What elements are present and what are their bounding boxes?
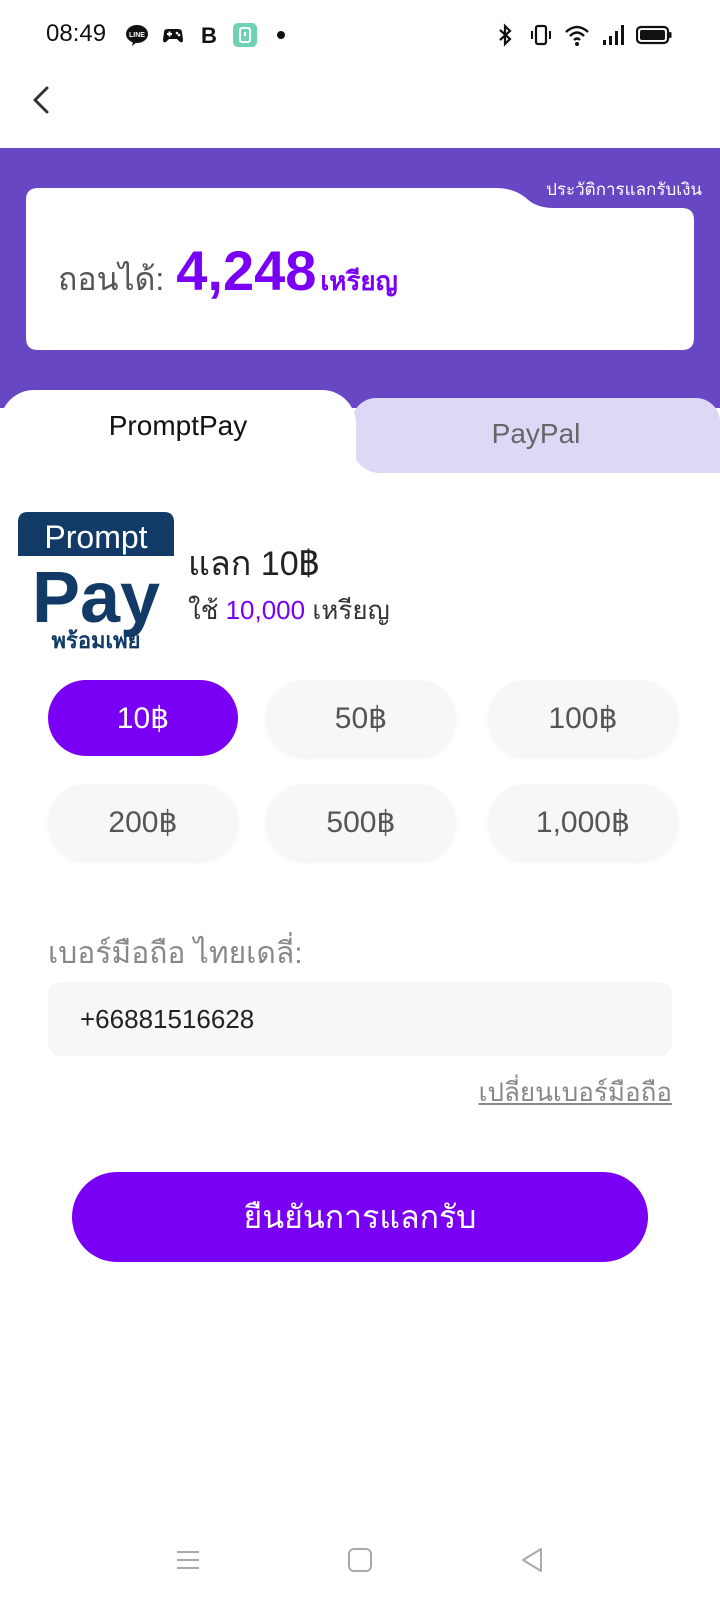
dot-icon — [268, 22, 294, 48]
vibrate-icon — [528, 22, 554, 48]
tab-paypal-label: PayPal — [491, 418, 581, 449]
svg-text:B: B — [201, 23, 217, 48]
status-time: 08:49 — [46, 20, 107, 47]
promptpay-logo: Prompt Pay พร้อมเพย์ — [18, 512, 174, 654]
tab-promptpay-label: PromptPay — [108, 410, 248, 441]
amount-option-500[interactable]: 500฿ — [266, 784, 456, 860]
line-icon: LINE — [124, 22, 150, 48]
svg-text:Prompt: Prompt — [44, 519, 147, 555]
signal-icon — [600, 22, 626, 48]
home-button[interactable] — [340, 1540, 380, 1580]
system-back-button[interactable] — [512, 1540, 552, 1580]
redeem-cost-coins: 10,000 — [225, 595, 306, 625]
chevron-left-icon — [33, 86, 49, 114]
amount-option-10[interactable]: 10฿ — [48, 680, 238, 756]
phone-label: เบอร์มือถือ ไทยเดลี่: — [48, 937, 303, 970]
wifi-icon — [564, 22, 590, 48]
redeem-title: แลก 10฿ — [188, 545, 320, 583]
balance-unit: เหรียญ — [320, 266, 398, 296]
amount-option-1000[interactable]: 1,000฿ — [488, 784, 678, 860]
status-icons-left: LINE B — [124, 22, 294, 48]
svg-text:LINE: LINE — [129, 32, 145, 39]
redeem-history-link[interactable]: ประวัติการแลกรับเงิน — [546, 176, 702, 203]
game-controller-icon — [160, 22, 186, 48]
balance-card: ถอนได้: 4,248 เหรียญ — [26, 188, 694, 350]
system-nav-bar — [0, 1520, 720, 1600]
status-icons-right — [492, 22, 672, 48]
svg-text:Pay: Pay — [32, 558, 160, 638]
menu-icon — [177, 1551, 199, 1569]
phone-field[interactable]: +66881516628 — [48, 982, 672, 1056]
status-bar: 08:49 LINE B — [0, 0, 720, 72]
clock-app-icon — [232, 22, 258, 48]
tab-paypal[interactable]: PayPal — [352, 398, 720, 473]
amount-option-200[interactable]: 200฿ — [48, 784, 238, 860]
b-app-icon: B — [196, 22, 222, 48]
change-phone-link[interactable]: เปลี่ยนเบอร์มือถือ — [479, 1072, 672, 1113]
balance-value: 4,248 — [176, 239, 317, 302]
menu-button[interactable] — [168, 1540, 208, 1580]
confirm-redeem-button[interactable]: ยืนยันการแลกรับ — [72, 1172, 648, 1262]
back-button[interactable] — [22, 80, 62, 120]
balance-row: ถอนได้: 4,248 เหรียญ — [58, 238, 398, 305]
svg-text:พร้อมเพย์: พร้อมเพย์ — [52, 628, 141, 653]
bluetooth-icon — [492, 22, 518, 48]
battery-icon — [636, 22, 672, 48]
redeem-cost-prefix: ใช้ — [188, 595, 219, 625]
amount-option-100[interactable]: 100฿ — [488, 680, 678, 756]
back-triangle-icon — [522, 1548, 542, 1572]
home-square-icon — [348, 1548, 372, 1572]
amount-option-50[interactable]: 50฿ — [266, 680, 456, 756]
redeem-cost: ใช้ 10,000 เหรียญ — [188, 590, 390, 631]
redeem-cost-unit: เหรียญ — [312, 595, 390, 625]
balance-label: ถอนได้: — [58, 261, 165, 297]
tab-promptpay[interactable]: PromptPay — [0, 390, 356, 480]
